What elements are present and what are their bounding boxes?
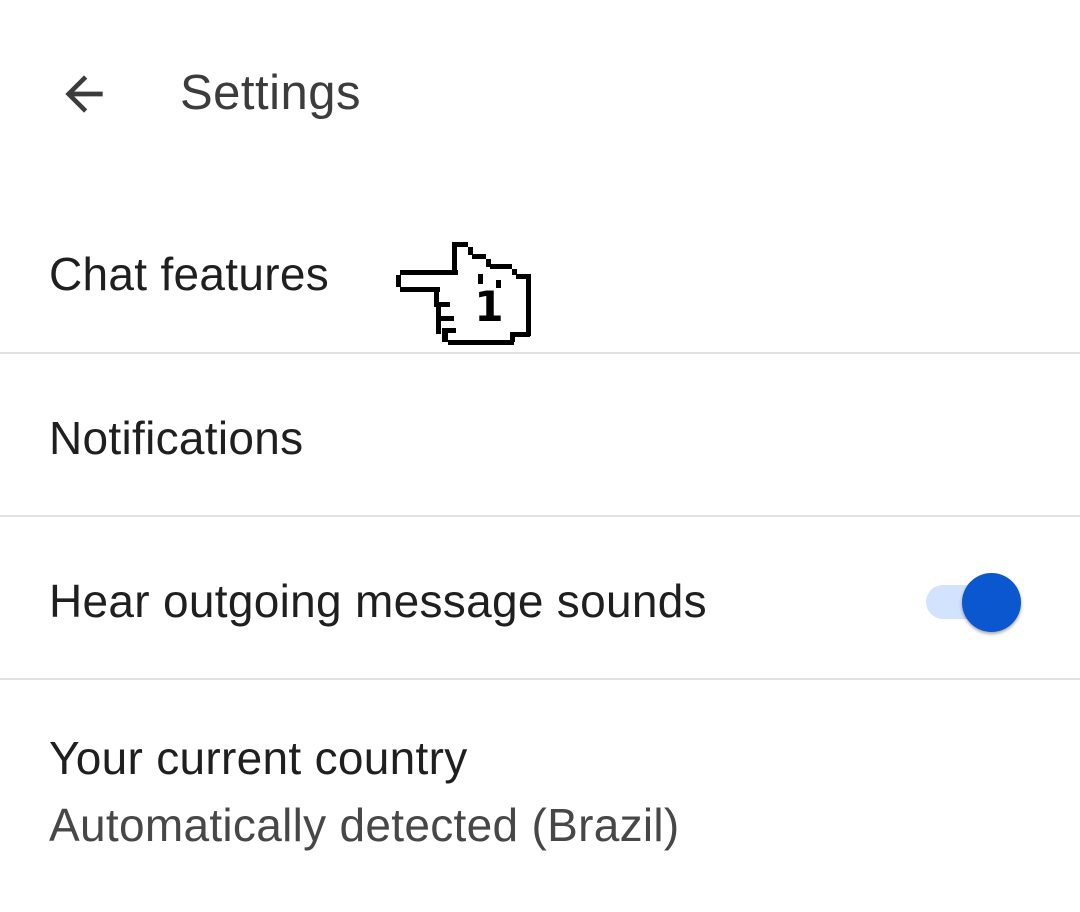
setting-current-country[interactable]: Your current country Automatically detec… (0, 680, 1080, 910)
page-title: Settings (180, 66, 362, 120)
app-bar: Settings (0, 0, 1080, 190)
setting-outgoing-sounds[interactable]: Hear outgoing message sounds (0, 517, 1080, 680)
setting-label: Notifications (49, 412, 304, 464)
settings-list: Chat features Notifications Hear outgoin… (0, 190, 1080, 910)
setting-label: Chat features (49, 248, 330, 300)
outgoing-sounds-toggle[interactable] (926, 573, 1026, 633)
setting-chat-features[interactable]: Chat features (0, 190, 1080, 354)
setting-sublabel: Automatically detected (Brazil) (49, 799, 680, 851)
setting-notifications[interactable]: Notifications (0, 354, 1080, 517)
setting-label: Your current country (49, 732, 468, 784)
arrow-left-icon (65, 75, 103, 113)
back-button[interactable] (36, 50, 132, 138)
setting-label: Hear outgoing message sounds (49, 575, 707, 627)
toggle-thumb (962, 573, 1021, 632)
